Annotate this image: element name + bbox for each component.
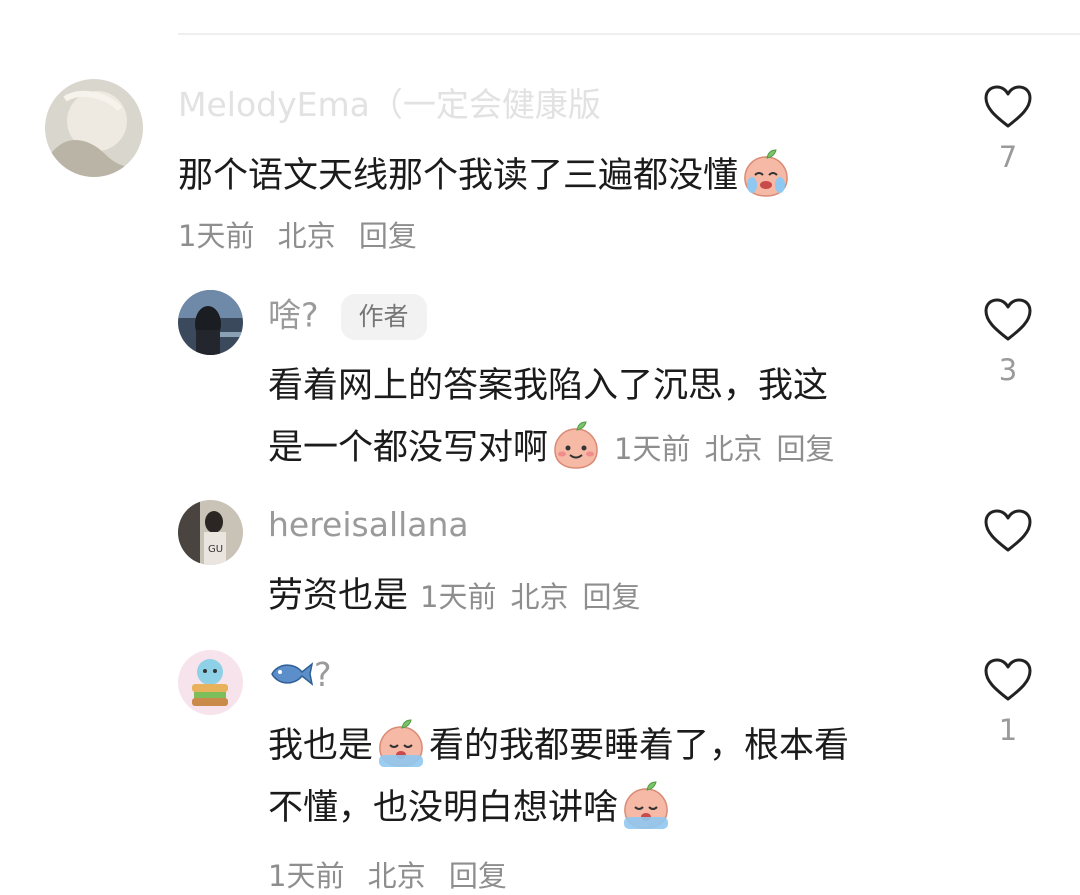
comment-meta: 1天前 北京 回复	[268, 853, 948, 895]
comment-text-content: 那个语文天线那个我读了三遍都没懂	[178, 156, 739, 196]
top-divider	[178, 33, 1080, 35]
heart-icon	[983, 84, 1033, 130]
comment-text: 劳资也是	[268, 576, 409, 616]
comment-2: 啥? 作者 看着网上的答案我陷入了沉思，我这 是一个都没写对啊 1天前 北京 回复	[268, 294, 948, 480]
comment-meta: 1天前 北京 回复	[178, 213, 958, 255]
like-button[interactable]: 3	[976, 297, 1040, 387]
crying-peach-emoji	[740, 147, 792, 199]
like-count: 1	[998, 713, 1018, 747]
fish-emoji	[268, 658, 314, 690]
comment-author[interactable]: hereisallana	[268, 505, 948, 545]
comment-text: 我也是 看的我都要睡着了，根本看 不懂，也没明白想讲啥	[268, 715, 948, 839]
comment-location: 北京	[704, 432, 763, 466]
comment-author[interactable]: MelodyEma（一定会健康版	[178, 85, 958, 125]
comment-text-line: 看的我都要睡着了，根本看	[429, 726, 850, 766]
like-button[interactable]	[976, 508, 1040, 564]
comment-text-line: 不懂，也没明白想讲啥	[268, 788, 619, 828]
comment-meta: 1天前 北京 回复	[614, 432, 834, 466]
avatar[interactable]	[178, 290, 243, 355]
author-badge: 作者	[340, 294, 427, 340]
heart-icon	[983, 657, 1033, 703]
like-count: 3	[998, 353, 1018, 387]
avatar[interactable]: GU	[178, 500, 243, 565]
comment-text-line: 看着网上的答案我陷入了沉思，我这	[268, 366, 829, 406]
comment-4: ? 我也是 看的我都要睡着了，根本看 不懂，也没明白想讲啥 1天前 北京 回复	[268, 655, 948, 895]
comment-location: 北京	[367, 859, 426, 893]
comment-text-line: 是一个都没写对啊	[268, 428, 549, 468]
comment-time: 1天前	[420, 580, 497, 614]
comment-time: 1天前	[178, 219, 255, 253]
heart-icon	[983, 508, 1033, 554]
comment-3: hereisallana 劳资也是 1天前 北京 回复	[268, 505, 948, 628]
like-button[interactable]: 7	[976, 84, 1040, 174]
sobbing-peach-emoji	[620, 779, 672, 831]
comment-author[interactable]: 啥?	[268, 296, 319, 335]
reply-button[interactable]: 回复	[449, 859, 507, 893]
reply-button[interactable]: 回复	[359, 219, 417, 253]
sobbing-peach-emoji	[375, 717, 427, 769]
like-button[interactable]: 1	[976, 657, 1040, 747]
reply-button[interactable]: 回复	[582, 580, 640, 614]
comment-location: 北京	[277, 219, 336, 253]
heart-icon	[983, 297, 1033, 343]
comment-author[interactable]: ?	[314, 655, 332, 694]
reply-button[interactable]: 回复	[776, 432, 834, 466]
comment-time: 1天前	[614, 432, 691, 466]
smiling-peach-emoji	[550, 419, 602, 471]
avatar[interactable]	[178, 650, 243, 715]
comment-text: 看着网上的答案我陷入了沉思，我这 是一个都没写对啊 1天前 北京 回复	[268, 355, 948, 480]
comment-text: 那个语文天线那个我读了三遍都没懂	[178, 145, 958, 207]
comment-location: 北京	[510, 580, 569, 614]
svg-text:GU: GU	[208, 544, 223, 555]
comment-text-line: 我也是	[268, 726, 374, 766]
like-count: 7	[998, 140, 1018, 174]
comment-meta: 1天前 北京 回复	[420, 580, 640, 614]
avatar[interactable]	[45, 79, 143, 177]
comment-time: 1天前	[268, 859, 345, 893]
comment-1: MelodyEma（一定会健康版 那个语文天线那个我读了三遍都没懂 1天前 北京…	[178, 85, 958, 255]
